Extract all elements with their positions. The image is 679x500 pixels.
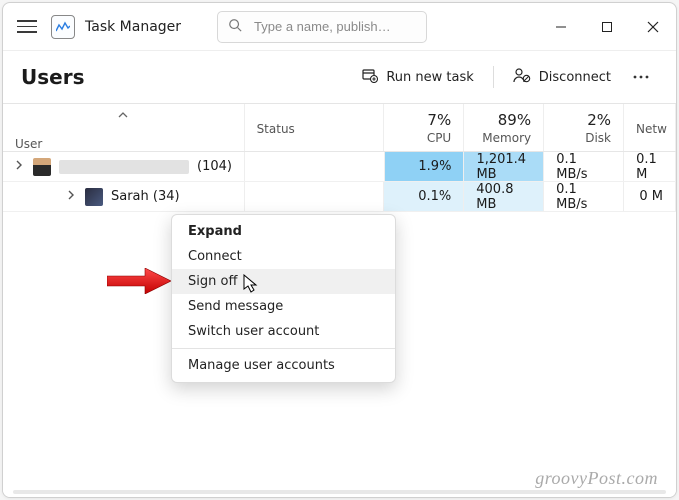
users-table: User Status 7% CPU 89% Memory 2% Disk <box>3 103 676 497</box>
run-new-task-button[interactable]: Run new task <box>349 60 486 94</box>
titlebar: Task Manager <box>3 3 676 51</box>
chevron-right-icon[interactable] <box>15 159 25 174</box>
column-user[interactable]: User <box>3 104 245 151</box>
memory-cell: 1,201.4 MB <box>464 152 544 181</box>
search-input[interactable] <box>252 18 416 35</box>
menu-item-connect[interactable]: Connect <box>172 244 395 269</box>
status-cell <box>245 182 385 211</box>
annotation-arrow-icon <box>107 268 171 298</box>
disk-cell: 0.1 MB/s <box>544 182 624 211</box>
toolbar-divider <box>493 66 494 88</box>
table-row[interactable]: (104) 1.9% 1,201.4 MB 0.1 MB/s 0.1 M <box>3 152 676 182</box>
menu-item-expand[interactable]: Expand <box>172 219 395 244</box>
username: Sarah (34) <box>111 189 180 204</box>
column-status[interactable]: Status <box>245 104 385 151</box>
minimize-button[interactable] <box>538 3 584 50</box>
avatar <box>33 158 51 176</box>
disconnect-button[interactable]: Disconnect <box>500 60 624 94</box>
menu-item-manage-users[interactable]: Manage user accounts <box>172 353 395 378</box>
menu-item-send-message[interactable]: Send message <box>172 294 395 319</box>
close-button[interactable] <box>630 3 676 50</box>
maximize-button[interactable] <box>584 3 630 50</box>
search-box[interactable] <box>217 11 427 43</box>
toolbar: Users Run new task Disconnect <box>3 51 676 103</box>
cpu-cell: 0.1% <box>384 182 464 211</box>
column-memory[interactable]: 89% Memory <box>464 104 544 151</box>
menu-item-switch-user[interactable]: Switch user account <box>172 319 395 344</box>
chevron-right-icon[interactable] <box>67 189 77 204</box>
column-disk[interactable]: 2% Disk <box>544 104 624 151</box>
table-body: (104) 1.9% 1,201.4 MB 0.1 MB/s 0.1 M <box>3 152 676 497</box>
more-options-button[interactable] <box>624 75 658 79</box>
task-manager-window: Task Manager Users Ru <box>2 2 677 498</box>
table-row[interactable]: Sarah (34) 0.1% 400.8 MB 0.1 MB/s 0 M <box>3 182 676 212</box>
menu-item-sign-off[interactable]: Sign off <box>172 269 395 294</box>
process-count: (104) <box>197 159 232 174</box>
network-cell: 0.1 M <box>624 152 676 181</box>
menu-separator <box>172 348 395 349</box>
redacted-username <box>59 160 189 174</box>
run-new-task-label: Run new task <box>386 70 473 85</box>
disconnect-label: Disconnect <box>539 70 611 85</box>
table-header: User Status 7% CPU 89% Memory 2% Disk <box>3 104 676 152</box>
memory-cell: 400.8 MB <box>464 182 544 211</box>
app-icon <box>51 15 75 39</box>
sort-indicator-icon <box>118 108 128 121</box>
cpu-cell: 1.9% <box>385 152 465 181</box>
app-title: Task Manager <box>85 19 181 35</box>
horizontal-scrollbar[interactable] <box>13 490 666 494</box>
avatar <box>85 188 103 206</box>
window-controls <box>538 3 676 50</box>
page-title: Users <box>21 65 84 89</box>
column-network[interactable]: Netw <box>624 104 676 151</box>
disk-cell: 0.1 MB/s <box>544 152 624 181</box>
hamburger-menu-icon[interactable] <box>17 17 37 37</box>
status-cell <box>245 152 385 181</box>
network-cell: 0 M <box>624 182 676 211</box>
context-menu: Expand Connect Sign off Send message Swi… <box>171 214 396 383</box>
search-icon <box>228 18 242 36</box>
column-cpu[interactable]: 7% CPU <box>384 104 464 151</box>
run-task-icon <box>362 67 378 87</box>
disconnect-icon <box>513 67 531 87</box>
